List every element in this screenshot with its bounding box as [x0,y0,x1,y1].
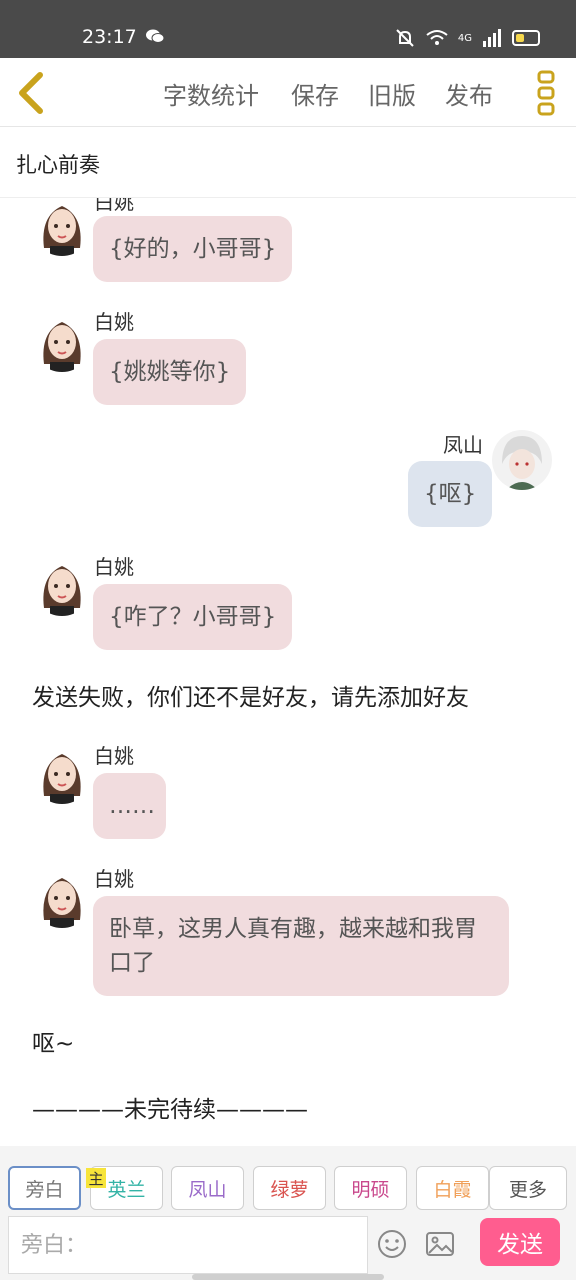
status-bar: 23:17 4G [0,0,576,58]
emoji-icon[interactable] [376,1228,408,1260]
send-button[interactable]: 发送 [480,1218,560,1266]
chat-bubble[interactable]: …… [93,773,166,839]
avatar-baiyao [32,198,92,256]
network-type: 4G [457,32,472,44]
avatar-baiyao [32,312,92,372]
narration-text[interactable]: 呕~ [32,1024,74,1058]
sender-name: 白姚 [94,198,134,214]
sender-name: 凤山 [443,433,483,457]
wifi-icon [426,30,448,45]
avatar-baiyao [32,556,92,616]
narration-text[interactable]: 发送失败，你们还不是好友，请先添加好友 [32,678,469,712]
sender-name: 白姚 [94,744,134,768]
more-menu-icon[interactable] [536,70,556,116]
role-chip-baixia[interactable]: 白霞 [416,1166,489,1210]
status-time: 23:17 [82,26,137,48]
avatar-baiyao [32,744,92,804]
chat-bubble[interactable]: {咋了？小哥哥} [93,584,293,650]
role-chip-mingshuo[interactable]: 明硕 [334,1166,407,1210]
home-indicator [192,1274,384,1280]
avatar-fengshan [492,430,552,490]
word-count-button[interactable]: 字数统计 [163,76,259,111]
avatar-baiyao [32,868,92,928]
mute-icon [396,29,414,47]
chat-bubble[interactable]: {好的，小哥哥} [93,216,293,282]
document-title-bar: 扎心前奏 [0,127,576,198]
role-chip-lvluo[interactable]: 绿萝 [253,1166,326,1210]
save-button[interactable]: 保存 [291,76,339,111]
chat-area[interactable]: 白姚 {好的，小哥哥} 白姚 {姚姚等你} 凤山 {呕} 白姚 {咋了？小哥哥}… [0,198,576,1146]
sender-name: 白姚 [94,310,134,334]
more-roles-button[interactable]: 更多 [489,1166,567,1210]
wechat-icon [146,29,164,43]
signal-icon [483,29,501,47]
main-role-tag: 主 [86,1168,106,1188]
chat-bubble[interactable]: 卧草，这男人真有趣，越来越和我胃口了 [93,896,509,996]
chat-bubble[interactable]: {呕} [408,461,493,527]
sender-name: 白姚 [94,555,134,579]
old-version-button[interactable]: 旧版 [368,76,416,111]
battery-icon [512,30,540,46]
top-nav-bar: 字数统计 保存 旧版 发布 [0,58,576,127]
image-icon[interactable] [424,1228,456,1260]
input-panel: 旁白 英兰 主 凤山 绿萝 明硕 白霞 更多 发送 [0,1146,576,1280]
message-input-box[interactable] [8,1216,368,1274]
role-chip-fengshan[interactable]: 凤山 [171,1166,244,1210]
chat-bubble[interactable]: {姚姚等你} [93,339,247,405]
document-title[interactable]: 扎心前奏 [16,149,100,179]
publish-button[interactable]: 发布 [445,76,493,111]
narration-text[interactable]: ————未完待续———— [32,1090,308,1124]
message-input[interactable] [19,1217,353,1273]
back-arrow-icon[interactable] [14,71,48,115]
role-chip-narrator[interactable]: 旁白 [8,1166,81,1210]
sender-name: 白姚 [94,867,134,891]
